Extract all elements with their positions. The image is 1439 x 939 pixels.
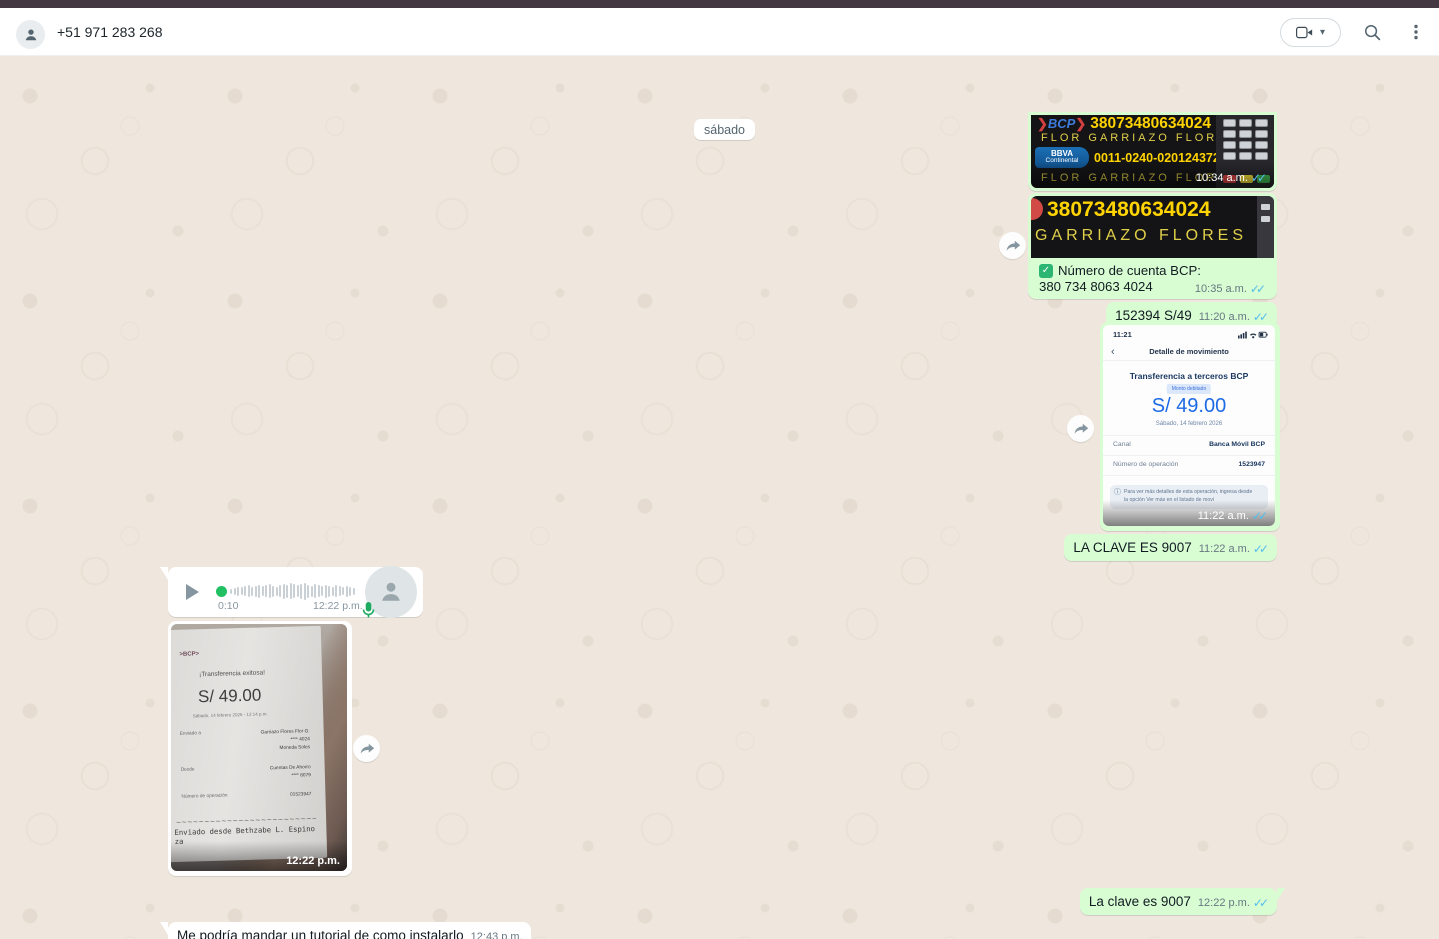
back-chevron-icon: ‹ (1111, 346, 1115, 358)
phone-edge-graphic (1257, 196, 1274, 258)
date-separator: sábado (694, 119, 755, 140)
card-holder-name: GARRIAZO FLORES (1035, 227, 1247, 245)
voice-waveform[interactable] (230, 581, 355, 601)
canal-label: Canal (1113, 441, 1131, 448)
check-emoji-icon: ✓ (1039, 264, 1053, 278)
bcp-account-number: 38073480634024 (1090, 115, 1211, 133)
image-timestamp-overlay: 10:34 a.m. ✓✓ (1031, 162, 1274, 188)
double-check-icon: ✓✓ (1250, 283, 1266, 295)
bank-card-image: ❯BCP❯ 38073480634024 FLOR GARRIAZO FLORE… (1031, 115, 1274, 188)
message-image-bank-card-2[interactable]: 38073480634024 GARRIAZO FLORES ✓ Número … (1028, 193, 1277, 299)
card-holder-name-1: FLOR GARRIAZO FLORES (1041, 132, 1238, 144)
message-image-bank-card-1[interactable]: ❯BCP❯ 38073480634024 FLOR GARRIAZO FLORE… (1028, 112, 1277, 191)
message-time: 10:35 a.m. (1195, 283, 1247, 295)
receipt-op-label: Número de operación (181, 794, 227, 803)
header-actions: ▾ (1280, 8, 1429, 56)
search-icon (1363, 23, 1382, 42)
video-camera-icon (1296, 26, 1313, 39)
play-icon[interactable] (186, 584, 199, 600)
bank-card-image-zoom: 38073480634024 GARRIAZO FLORES (1031, 196, 1274, 258)
status-bar-time: 11:21 (1113, 330, 1132, 339)
message-voice-note[interactable]: 0:10 12:22 p.m. (168, 567, 423, 617)
status-bar-icons (1238, 330, 1268, 339)
receipt-sent-label: Enviado a (180, 731, 202, 756)
video-call-button[interactable]: ▾ (1280, 18, 1341, 47)
forward-message-button[interactable] (353, 735, 380, 762)
message-image-receipt-photo[interactable]: >BCP> ¡Transferencia exitosa! S/ 49.00 S… (168, 621, 352, 876)
forward-message-button[interactable] (1067, 415, 1094, 442)
bcp-account-number-large: 38073480634024 (1047, 198, 1211, 222)
message-text: Me podría mandar un tutorial de como ins… (177, 928, 464, 939)
receipt-title: ¡Transferencia exitosa! (171, 668, 300, 679)
receipt-from-values: Cuentas De Ahorro **** 8079 (270, 764, 311, 781)
kebab-menu-icon (1407, 23, 1425, 41)
message-key-upper[interactable]: LA CLAVE ES 9007 11:22 a.m. ✓✓ (1064, 534, 1277, 561)
bcp-receipt-logo: >BCP> (179, 651, 199, 658)
voice-sender-avatar[interactable] (365, 566, 417, 618)
operation-number-label: Número de operación (1113, 461, 1178, 468)
chevron-down-icon: ▾ (1320, 27, 1325, 38)
double-check-icon: ✓✓ (1251, 172, 1267, 184)
contact-phone-number[interactable]: +51 971 283 268 (57, 8, 163, 56)
search-button[interactable] (1359, 19, 1385, 45)
canal-value: Banca Móvil BCP (1209, 441, 1265, 448)
chat-message-area[interactable]: sábado ❯BCP❯ 38073480634024 FLOR GARRIAZ… (0, 56, 1439, 939)
voice-duration: 0:10 (218, 600, 238, 612)
message-time: 12:22 p.m. (313, 600, 363, 612)
message-text: La clave es 9007 (1089, 894, 1191, 909)
message-time: 10:34 a.m. (1196, 172, 1248, 184)
contact-avatar[interactable] (16, 20, 45, 49)
card-logo-fragment (1031, 198, 1043, 220)
amount-badge: Monto debitado (1167, 384, 1211, 394)
screen-title: Detalle de movimiento (1149, 347, 1229, 356)
window-title-bar (0, 0, 1439, 8)
message-time: 11:22 a.m. (1198, 510, 1249, 522)
double-check-icon: ✓✓ (1253, 897, 1269, 909)
image-timestamp-overlay: 12:22 p.m. (171, 841, 347, 871)
message-text: LA CLAVE ES 9007 (1073, 540, 1191, 555)
bcp-logo: ❯BCP❯ (1037, 116, 1086, 132)
receipt-from-label: Desde (181, 767, 195, 784)
mic-unplayed-icon (361, 601, 376, 619)
transfer-date: Sábado, 14 febrero 2026 (1103, 421, 1275, 427)
image-caption: ✓ Número de cuenta BCP: 380 734 8063 402… (1031, 258, 1274, 299)
person-icon (22, 26, 40, 44)
receipt-sent-values: Garriazo Flores Flor G. **** 4024 Moneda… (261, 728, 311, 754)
forward-message-button[interactable] (999, 232, 1026, 259)
receipt-op-value: 01523947 (290, 791, 312, 800)
bank-app-screenshot: 11:21 ‹ Detalle de movimiento Tr (1103, 325, 1275, 526)
image-timestamp-overlay: 11:22 a.m. ✓✓ (1103, 500, 1275, 526)
message-tutorial-request[interactable]: Me podría mandar un tutorial de como ins… (168, 922, 531, 939)
operation-number-value: 1523947 (1239, 461, 1265, 468)
voice-progress-handle[interactable] (216, 586, 227, 597)
message-time: 12:22 p.m. (1198, 897, 1250, 909)
double-check-icon: ✓✓ (1252, 510, 1268, 522)
forward-icon (359, 742, 375, 756)
message-image-bank-screenshot[interactable]: 11:21 ‹ Detalle de movimiento Tr (1100, 322, 1280, 531)
message-key-lower[interactable]: La clave es 9007 12:22 p.m. ✓✓ (1080, 888, 1277, 915)
receipt-photo: >BCP> ¡Transferencia exitosa! S/ 49.00 S… (171, 624, 347, 871)
chat-header: +51 971 283 268 ▾ (0, 8, 1439, 56)
message-time: 12:22 p.m. (286, 855, 340, 867)
forward-icon (1073, 422, 1089, 436)
transfer-title: Transferencia a terceros BCP (1103, 371, 1275, 381)
whatsapp-window: +51 971 283 268 ▾ (0, 0, 1439, 939)
receipt-date: Sábado, 14 febrero 2026 - 12:14 p.m. (171, 711, 295, 720)
menu-button[interactable] (1403, 19, 1429, 45)
double-check-icon: ✓✓ (1253, 543, 1269, 555)
forward-icon (1005, 239, 1021, 253)
person-icon (376, 577, 406, 607)
message-text: 152394 S/49 (1115, 308, 1192, 323)
message-time: 11:22 a.m. (1199, 543, 1250, 555)
receipt-paper: >BCP> ¡Transferencia exitosa! S/ 49.00 S… (171, 626, 327, 862)
message-time: 12:43 p.m. (471, 931, 523, 939)
caption-text-line1: Número de cuenta BCP: (1058, 263, 1201, 278)
receipt-amount: S/ 49.00 (171, 685, 295, 709)
transfer-amount: S/ 49.00 (1103, 395, 1275, 418)
